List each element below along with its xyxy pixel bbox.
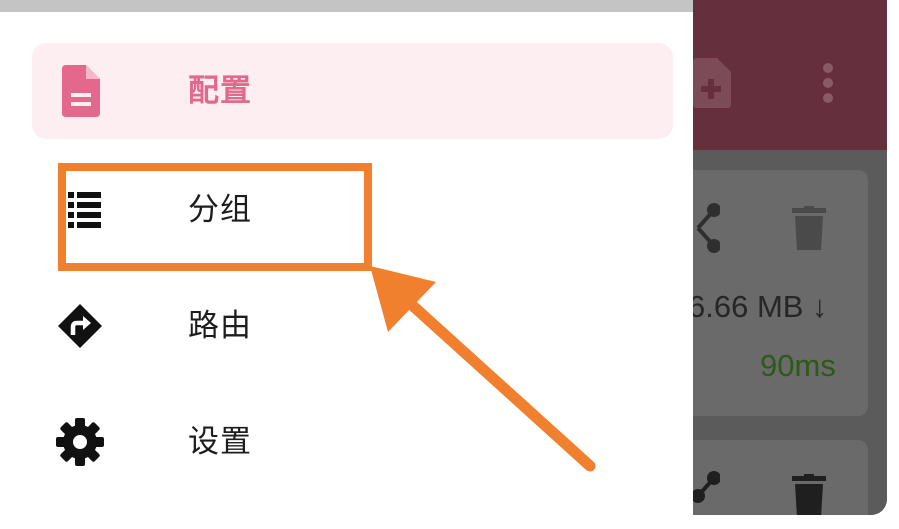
status-strip [0, 0, 693, 12]
drawer-item-label: 路由 [188, 308, 252, 344]
gear-icon [56, 418, 104, 466]
drawer-item-profiles[interactable]: 配置 [32, 43, 673, 139]
share-icon[interactable] [692, 200, 720, 256]
document-icon [62, 65, 100, 117]
drawer-item-routing[interactable]: 路由 [32, 278, 673, 374]
drawer-item-label: 配置 [188, 73, 252, 109]
trash-icon[interactable] [792, 474, 826, 515]
more-vert-icon[interactable] [820, 62, 836, 104]
share-icon[interactable] [692, 468, 720, 515]
drawer-item-label: 设置 [188, 424, 252, 460]
trash-icon[interactable] [792, 206, 826, 250]
screenshot-stage: 6.66 MB ↓ 90ms 配置 分组 路由 设置 [0, 0, 899, 529]
route-sign-icon [58, 304, 102, 348]
traffic-text: 6.66 MB ↓ [688, 289, 828, 324]
latency-text: 90ms [760, 348, 836, 383]
annotation-highlight-box [58, 163, 372, 271]
add-document-icon[interactable] [693, 58, 733, 108]
drawer-item-settings[interactable]: 设置 [32, 394, 673, 490]
